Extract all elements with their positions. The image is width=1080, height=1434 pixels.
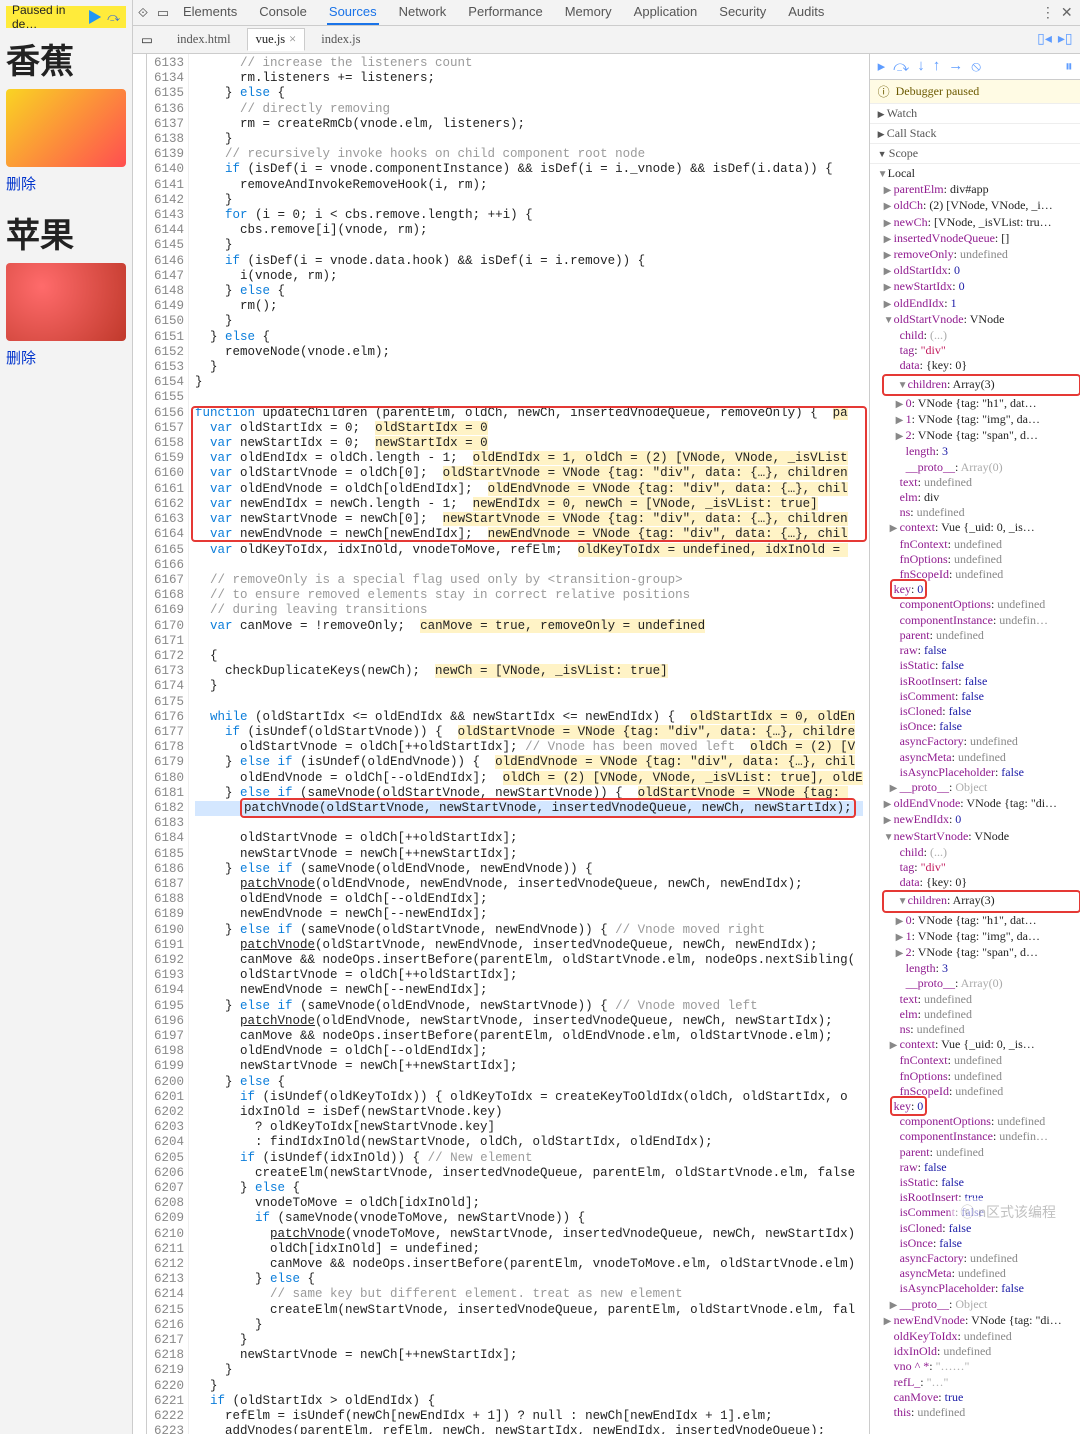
tab-application[interactable]: Application [632,0,700,25]
prev-call-icon[interactable]: ▯◂ [1037,31,1052,48]
file-tab[interactable]: index.js [313,29,368,50]
delete-link-2[interactable]: 删除 [6,347,126,368]
paused-text: Paused in de… [12,3,83,31]
file-tab[interactable]: vue.js× [247,28,306,51]
heading-banana: 香蕉 [6,34,126,83]
section-callstack[interactable]: Call Stack [870,124,1080,144]
navigator-collapsed[interactable] [133,54,147,1434]
step-into-button[interactable]: ↓ [917,58,925,75]
panel-tabs: Elements Console Sources Network Performance… [173,0,826,25]
delete-link-1[interactable]: 删除 [6,173,126,194]
device-icon[interactable]: ▭ [153,5,173,21]
next-call-icon[interactable]: ▸▯ [1058,31,1073,48]
section-scope[interactable]: Scope [870,144,1080,164]
deactivate-bp-button[interactable]: ⦸ [971,58,981,76]
devtools-panel: ⟐ ▭ Elements Console Sources Network Perform… [133,0,1080,1434]
code-body[interactable]: // increase the listeners count rm.liste… [189,54,869,1434]
line-gutter: 6133 6134 6135 6136 6137 6138 6139 6140 … [147,54,189,1434]
tab-elements[interactable]: Elements [181,0,239,25]
devtools-topbar: ⟐ ▭ Elements Console Sources Network Perform… [133,0,1080,26]
step-out-button[interactable]: ↑ [933,58,941,75]
file-tab[interactable]: index.html [169,29,239,50]
info-icon: ⓘ [878,83,890,100]
scope-body[interactable]: ▼Local ▶parentElm: div#app ▶oldCh: (2) [… [870,164,1080,1434]
resume-icon[interactable] [89,10,101,24]
tab-memory[interactable]: Memory [563,0,614,25]
close-icon[interactable]: ✕ [1061,4,1073,21]
debugger-status-overlay[interactable]: Paused in de… ⤼ [6,6,126,28]
code-editor[interactable]: 6133 6134 6135 6136 6137 6138 6139 6140 … [147,54,869,1434]
kebab-icon[interactable]: ⋮ [1041,4,1055,21]
step-button[interactable]: → [948,58,963,75]
resume-button[interactable]: ▸ [878,57,886,76]
debugger-controls: ▸ ⤼ ↓ ↑ → ⦸ ⏸ [870,54,1080,80]
section-watch[interactable]: Watch [870,104,1080,124]
tab-security[interactable]: Security [717,0,768,25]
paused-message: ⓘ Debugger paused [870,80,1080,104]
sources-toolbar: ▭ index.html vue.js× index.js ▯◂ ▸▯ [133,26,1080,54]
tab-audits[interactable]: Audits [786,0,826,25]
heading-apple: 苹果 [6,208,126,257]
tab-network[interactable]: Network [397,0,449,25]
pause-exc-button[interactable]: ⏸ [1065,58,1073,76]
step-icon[interactable]: ⤼ [107,10,120,25]
file-tabs: index.html vue.js× index.js [161,28,1037,51]
tab-sources[interactable]: Sources [327,0,379,25]
debugger-sidebar: ▸ ⤼ ↓ ↑ → ⦸ ⏸ ⓘ Debugger paused Watch Ca… [869,54,1080,1434]
tab-performance[interactable]: Performance [466,0,544,25]
navigator-toggle-icon[interactable]: ▭ [133,32,161,48]
inspect-icon[interactable]: ⟐ [133,5,153,21]
image-banana [6,89,126,167]
step-over-button[interactable]: ⤼ [893,58,909,76]
tab-console[interactable]: Console [257,0,309,25]
rendered-page: Paused in de… ⤼ 香蕉 删除 苹果 删除 [0,0,133,1434]
image-apple [6,263,126,341]
